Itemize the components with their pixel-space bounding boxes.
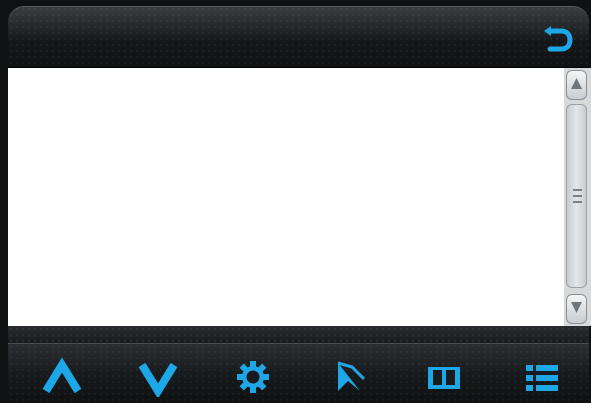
scroll-thumb[interactable]	[566, 104, 587, 288]
content-viewport[interactable]	[8, 68, 564, 326]
scroll-down-button[interactable]	[566, 294, 587, 324]
triangle-up-icon	[571, 78, 582, 89]
chevron-down-icon	[138, 362, 178, 397]
triangle-down-icon	[571, 302, 582, 313]
app-window	[0, 0, 591, 403]
scroll-up-button[interactable]	[566, 70, 587, 100]
top-bar	[8, 6, 589, 68]
settings-button[interactable]	[233, 357, 273, 397]
bookmark-icon	[337, 361, 366, 391]
vertical-scrollbar[interactable]	[564, 68, 591, 326]
chevron-up-icon	[42, 357, 82, 394]
list-button[interactable]	[522, 357, 562, 397]
page-up-button[interactable]	[42, 357, 82, 397]
undo-arrow-icon	[544, 26, 573, 52]
back-button[interactable]	[541, 19, 577, 55]
book-icon	[428, 367, 460, 389]
gear-icon	[237, 361, 269, 393]
toolbar-divider-strip	[8, 326, 589, 343]
grip-lines-icon	[573, 189, 582, 203]
bookmark-button[interactable]	[330, 357, 370, 397]
page-down-button[interactable]	[138, 357, 178, 397]
list-icon	[526, 365, 558, 391]
book-button[interactable]	[424, 357, 464, 397]
bottom-toolbar	[8, 343, 589, 403]
